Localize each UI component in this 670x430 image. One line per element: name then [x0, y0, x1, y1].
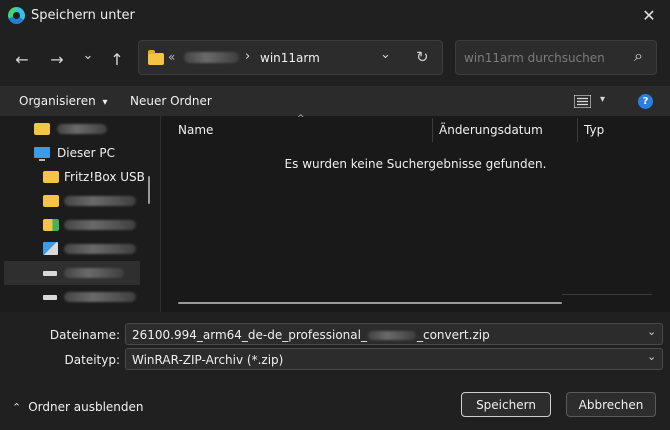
search-input[interactable]: win11arm durchsuchen ⌕: [455, 40, 657, 75]
folder-icon: [43, 171, 59, 183]
column-separator[interactable]: [577, 118, 578, 142]
chevron-up-icon: ⌃: [12, 400, 22, 414]
tree-item-fritzbox-usb[interactable]: Fritz!Box USB: [0, 165, 160, 189]
hide-folders-label: Ordner ausblenden: [28, 400, 144, 414]
redacted-label: [57, 124, 107, 134]
filetype-value: WinRAR-ZIP-Archiv (*.zip): [132, 353, 284, 367]
drive-icon: [43, 271, 57, 276]
filename-value: 26100.994_arm64_de-de_professional_ _conv…: [132, 328, 490, 342]
tree-item-label: Fritz!Box USB: [64, 170, 145, 184]
filename-suffix: _convert.zip: [416, 328, 490, 342]
recent-locations-chevron-icon[interactable]: ⌄: [77, 44, 99, 66]
view-caret-icon[interactable]: ▾: [600, 94, 605, 105]
search-icon[interactable]: ⌕: [634, 46, 643, 66]
refresh-icon[interactable]: ↻: [416, 48, 429, 66]
organize-label: Organisieren: [19, 94, 96, 108]
organize-button[interactable]: Organisieren ▾: [19, 94, 108, 108]
edge-app-icon: [8, 7, 25, 24]
drive-icon: [43, 295, 57, 300]
redacted-label: [64, 196, 136, 206]
hide-folders-button[interactable]: ⌃ Ordner ausblenden: [12, 400, 144, 414]
redacted-filename-part: [367, 331, 416, 340]
redacted-label: [64, 268, 124, 278]
filename-combobox[interactable]: 26100.994_arm64_de-de_professional_ _conv…: [125, 323, 663, 345]
redacted-label: [64, 220, 136, 230]
cancel-button[interactable]: Abbrechen: [566, 392, 656, 417]
overflow-chevron-icon[interactable]: «: [168, 50, 175, 64]
filename-prefix: 26100.994_arm64_de-de_professional_: [132, 328, 367, 342]
breadcrumb-current-folder[interactable]: win11arm: [260, 51, 320, 65]
view-list-icon: [573, 94, 592, 109]
folder-icon: [34, 123, 50, 135]
column-separator[interactable]: [432, 118, 433, 142]
tree-item-redacted-1[interactable]: [0, 117, 160, 141]
filetype-label: Dateityp:: [64, 353, 120, 367]
column-header-name[interactable]: Name: [178, 123, 213, 137]
sort-ascending-icon: ^: [297, 114, 305, 124]
navigation-scrollbar[interactable]: [148, 176, 150, 204]
folder-icon: [43, 219, 59, 231]
tree-item-redacted-4[interactable]: [0, 237, 160, 261]
folder-icon: [43, 195, 59, 207]
tree-item-redacted-3[interactable]: [0, 213, 160, 237]
redacted-label: [64, 244, 136, 254]
new-folder-button[interactable]: Neuer Ordner: [130, 94, 212, 108]
filetype-dropdown-icon[interactable]: ⌄: [647, 350, 656, 363]
empty-results-message: Es wurden keine Suchergebnisse gefunden.: [284, 157, 547, 171]
address-bar[interactable]: « › win11arm ⌄ ↻: [138, 40, 443, 75]
organize-caret-icon: ▾: [102, 97, 108, 108]
filetype-select[interactable]: WinRAR-ZIP-Archiv (*.zip) ⌄: [125, 348, 663, 370]
redacted-label: [64, 292, 136, 302]
address-dropdown-icon[interactable]: ⌄: [380, 47, 391, 62]
up-arrow-icon[interactable]: ↑: [106, 48, 128, 70]
network-drive-icon: [43, 242, 58, 255]
list-divider: [562, 294, 652, 295]
horizontal-scrollbar[interactable]: [178, 302, 562, 304]
column-header-type[interactable]: Typ: [584, 123, 604, 137]
file-list: [161, 116, 670, 312]
filename-label: Dateiname:: [49, 328, 120, 342]
tree-item-redacted-6[interactable]: [0, 285, 160, 309]
pc-icon: [34, 147, 50, 161]
tree-item-dieser-pc[interactable]: Dieser PC: [0, 141, 160, 165]
search-placeholder: win11arm durchsuchen: [464, 51, 605, 65]
close-icon[interactable]: ✕: [637, 3, 661, 27]
back-arrow-icon[interactable]: ←: [11, 48, 33, 70]
folder-icon: [148, 50, 164, 65]
column-header-date[interactable]: Änderungsdatum: [439, 123, 543, 137]
save-button[interactable]: Speichern: [461, 392, 551, 417]
breadcrumb-separator-icon[interactable]: ›: [245, 49, 250, 64]
redacted-path-segment[interactable]: [184, 52, 239, 63]
view-options-button[interactable]: [573, 94, 592, 111]
forward-arrow-icon[interactable]: →: [46, 48, 68, 70]
window-title: Speichern unter: [31, 8, 135, 23]
tree-item-redacted-5[interactable]: [4, 261, 140, 285]
help-icon[interactable]: ?: [638, 94, 653, 109]
filename-dropdown-icon[interactable]: ⌄: [647, 325, 656, 338]
tree-item-label: Dieser PC: [57, 146, 115, 160]
tree-item-redacted-2[interactable]: [0, 189, 160, 213]
